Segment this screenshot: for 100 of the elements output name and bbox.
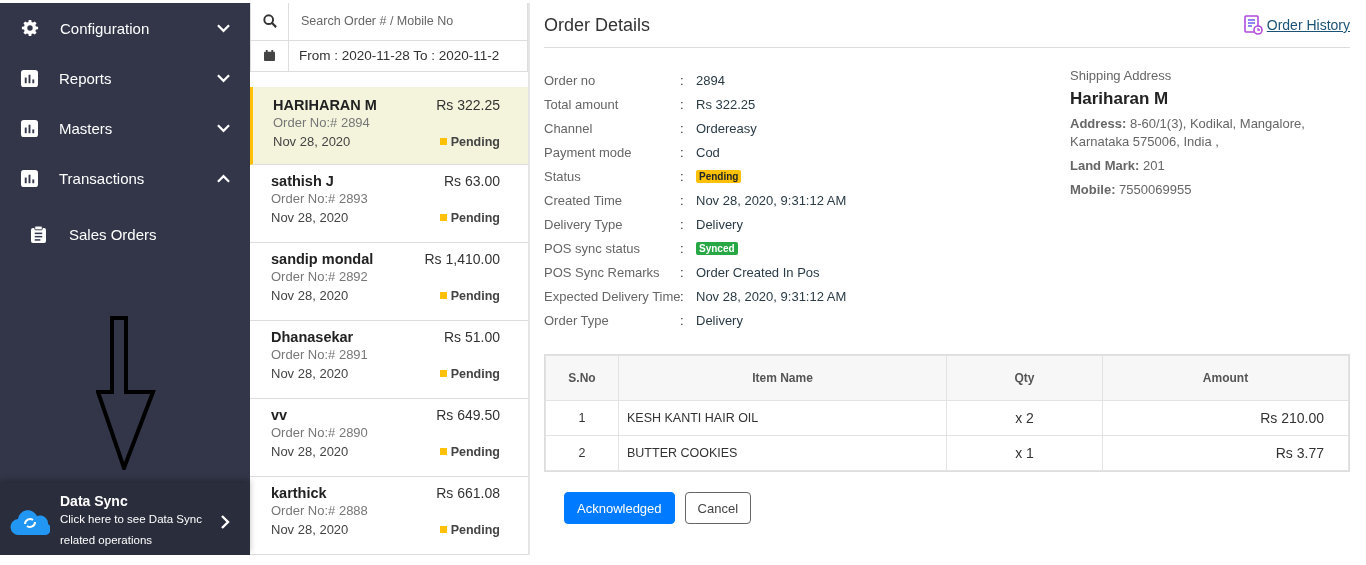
chevron-right-icon <box>221 515 230 529</box>
nav-item[interactable]: Transactions <box>0 153 250 203</box>
address-line: Land Mark: 201 <box>1070 157 1166 175</box>
field-label: Delivery Type <box>544 216 624 232</box>
order-history-link[interactable]: Order History <box>1242 15 1350 35</box>
column-header: Item Name <box>618 355 947 401</box>
bar-chart-icon <box>21 69 38 87</box>
field-label: Payment mode <box>544 144 633 160</box>
order-date: Nov 28, 2020 <box>271 210 349 225</box>
nav-item[interactable]: Masters <box>0 103 250 153</box>
order-number: Order No:# 2888 <box>271 503 369 518</box>
order-status: Pending <box>450 366 500 381</box>
order-card[interactable]: vv Rs 649.50 Order No:# 2890 Nov 28, 2020 Pending <box>250 399 528 477</box>
order-number: Order No:# 2893 <box>271 191 369 206</box>
recipient-name: Hariharan M <box>1070 89 1170 109</box>
order-status: Pending <box>450 288 500 303</box>
field-label: POS sync status <box>544 240 642 256</box>
data-sync-description: Click here to see Data Sync related operations <box>60 512 203 548</box>
acknowledge-button[interactable]: Acknowledged <box>564 492 675 524</box>
order-amount: Rs 63.00 <box>443 173 500 189</box>
order-date: Nov 28, 2020 <box>271 366 349 381</box>
field-label: Order Type <box>544 312 610 328</box>
order-number: Order No:# 2894 <box>273 115 371 130</box>
nav-subitem[interactable]: Sales Orders <box>0 203 250 265</box>
date-range-field[interactable]: From : 2020-11-28 To : 2020-11-2 <box>250 40 528 72</box>
customer-name: HARIHARAN M <box>273 97 377 113</box>
order-date: Nov 28, 2020 <box>273 134 351 149</box>
clipboard-icon <box>31 225 46 243</box>
table-cell: 2 <box>545 435 619 471</box>
field-value: Order Created In Pos <box>696 264 820 280</box>
colon-separator: : <box>680 168 685 184</box>
field-label: Order no <box>544 72 597 88</box>
order-date: Nov 28, 2020 <box>271 288 349 303</box>
column-header: Amount <box>1102 355 1349 401</box>
colon-separator: : <box>680 120 685 136</box>
colon-separator: : <box>680 192 685 208</box>
calendar-icon <box>264 50 275 62</box>
customer-name: sandip mondal <box>271 251 374 267</box>
colon-separator: : <box>680 264 685 280</box>
table-cell: BUTTER COOKIES <box>618 435 947 471</box>
address-line: Mobile: 7550069955 <box>1070 181 1193 199</box>
nav-item[interactable]: Configuration <box>0 3 250 53</box>
cancel-button[interactable]: Cancel <box>684 492 752 524</box>
document-clock-icon <box>1242 15 1263 35</box>
field-value: Ordereasy <box>696 120 757 136</box>
order-date: Nov 28, 2020 <box>271 522 349 537</box>
chevron-up-icon <box>217 173 230 183</box>
field-value: Delivery <box>696 312 743 328</box>
order-card[interactable]: sandip mondal Rs 1,410.00 Order No:# 2892 Nov 28, 2020 Pending <box>250 243 528 321</box>
gear-icon <box>21 19 39 37</box>
order-card[interactable]: karthick Rs 661.08 Order No:# 2888 Nov 28, 2020 Pending <box>250 477 528 555</box>
shipping-heading: Shipping Address <box>1070 68 1173 83</box>
colon-separator: : <box>680 288 685 304</box>
address-line: Address: 8-60/1(3), Kodikal, Mangalore, Karnataka 575006, India , <box>1070 115 1306 151</box>
bar-chart-icon <box>21 169 38 187</box>
order-status: Pending <box>450 522 500 537</box>
table-cell: x 1 <box>946 435 1103 471</box>
chevron-down-icon <box>217 73 230 83</box>
order-card[interactable]: sathish J Rs 63.00 Order No:# 2893 Nov 28, 2020 Pending <box>250 165 528 243</box>
table-cell: 1 <box>545 400 619 436</box>
field-value: 2894 <box>696 72 725 88</box>
column-header: Qty <box>946 355 1103 401</box>
order-status: Pending <box>450 444 500 459</box>
nav-item[interactable]: Reports <box>0 53 250 103</box>
column-header: S.No <box>545 355 619 401</box>
colon-separator: : <box>680 96 685 112</box>
table-cell: x 2 <box>946 400 1103 436</box>
order-amount: Rs 661.08 <box>436 485 500 501</box>
order-amount: Rs 649.50 <box>436 407 500 423</box>
order-status: Pending <box>450 134 500 149</box>
order-card[interactable]: Dhanasekar Rs 51.00 Order No:# 2891 Nov 28, 2020 Pending <box>250 321 528 399</box>
colon-separator: : <box>680 216 685 232</box>
customer-name: sathish J <box>271 173 334 189</box>
customer-name: Dhanasekar <box>271 329 354 345</box>
data-sync-panel[interactable]: Data Sync Click here to see Data Sync related operations <box>0 483 250 555</box>
colon-separator: : <box>680 72 685 88</box>
order-status: Pending <box>450 210 500 225</box>
order-number: Order No:# 2892 <box>271 269 369 284</box>
order-amount: Rs 1,410.00 <box>424 251 500 267</box>
field-value: Rs 322.25 <box>696 96 756 112</box>
field-label: Total amount <box>544 96 620 112</box>
order-amount: Rs 51.00 <box>443 329 500 345</box>
cloud-sync-icon <box>10 509 50 535</box>
field-value: Nov 28, 2020, 9:31:12 AM <box>696 192 847 208</box>
field-label: Status <box>544 168 582 184</box>
customer-name: karthick <box>271 485 327 501</box>
chevron-down-icon <box>217 123 230 133</box>
status-label: Synced <box>696 241 738 255</box>
panel-title: Order Details <box>544 14 651 36</box>
data-sync-title: Data Sync <box>60 493 129 509</box>
field-label: Created Time <box>544 192 624 208</box>
order-card[interactable]: HARIHARAN M Rs 322.25 Order No:# 2894 Nov 28, 2020 Pending <box>250 87 528 165</box>
search-icon <box>262 14 277 29</box>
field-label: Expected Delivery Time <box>544 288 680 304</box>
order-date: Nov 28, 2020 <box>271 444 349 459</box>
field-label: Channel <box>544 120 594 136</box>
search-box[interactable]: Search Order # / Mobile No <box>250 3 528 41</box>
bar-chart-icon <box>21 119 38 137</box>
order-amount: Rs 322.25 <box>436 97 500 113</box>
order-number: Order No:# 2891 <box>271 347 369 362</box>
